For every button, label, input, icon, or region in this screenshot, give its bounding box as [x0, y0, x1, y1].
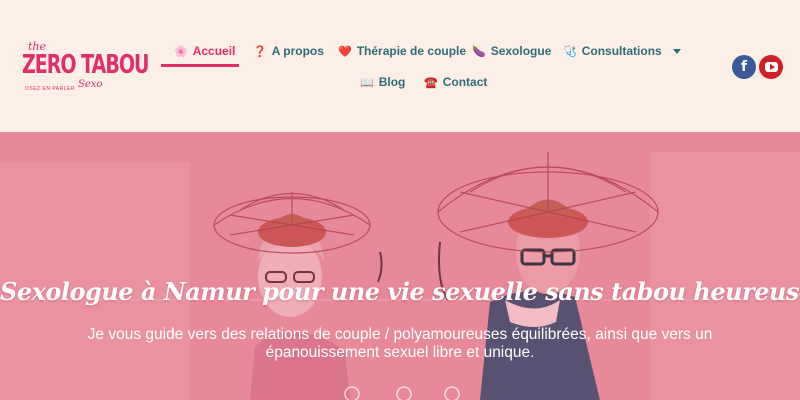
nav-item-label: A propos — [271, 44, 324, 58]
facebook-button[interactable]: f — [732, 55, 756, 79]
nav-item-label: Accueil — [192, 44, 236, 58]
youtube-icon — [764, 62, 778, 72]
book-icon: 📖 — [360, 76, 374, 89]
active-nav-indicator — [161, 64, 239, 67]
logo-main-word: ZERO TABOU — [22, 50, 149, 80]
nav-item-a-propos[interactable]: ❓ A propos — [253, 44, 324, 58]
chevron-down-icon[interactable] — [672, 48, 681, 54]
nav-item-contact[interactable]: ☎️ Contact — [424, 75, 487, 89]
nav-item-label: Contact — [442, 75, 488, 89]
nav-item-blog[interactable]: 📖 Blog — [360, 75, 405, 89]
nav-item-label: Consultations — [581, 44, 662, 58]
youtube-button[interactable] — [759, 55, 783, 79]
stethoscope-icon: 🩺 — [563, 45, 577, 58]
hero-title: Sexologue à Namur pour une vie sexuelle … — [0, 277, 800, 306]
nav-item-label: Blog — [378, 75, 406, 89]
nav-item-therapie-de-couple[interactable]: ❤️ Thérapie de couple — [338, 44, 466, 58]
nav-item-accueil[interactable]: 🌸 Accueil — [174, 44, 235, 58]
telephone-icon: ☎️ — [424, 76, 438, 89]
site-header: the ZERO TABOU OSEZ EN PARLER Sexo 🌸 Acc… — [0, 0, 800, 132]
hero-section: Sexologue à Namur pour une vie sexuelle … — [0, 132, 800, 400]
nav-item-label: Sexologue — [490, 44, 552, 58]
flower-icon: 🌸 — [174, 45, 188, 58]
heart-icon: ❤️ — [338, 45, 352, 58]
logo-tagline: OSEZ EN PARLER — [25, 86, 75, 92]
nav-item-sexologue[interactable]: 🍆 Sexologue — [472, 44, 551, 58]
question-icon: ❓ — [253, 45, 267, 58]
nav-item-label: Thérapie de couple — [356, 44, 467, 58]
site-logo[interactable]: the ZERO TABOU OSEZ EN PARLER Sexo — [22, 40, 149, 96]
facebook-icon: f — [740, 59, 748, 75]
nav-item-consultations[interactable]: 🩺 Consultations — [563, 44, 681, 58]
logo-script-word: Sexo — [78, 79, 103, 90]
hero-subtitle: Je vous guide vers des relations de coup… — [87, 326, 713, 361]
eggplant-icon: 🍆 — [472, 45, 486, 58]
